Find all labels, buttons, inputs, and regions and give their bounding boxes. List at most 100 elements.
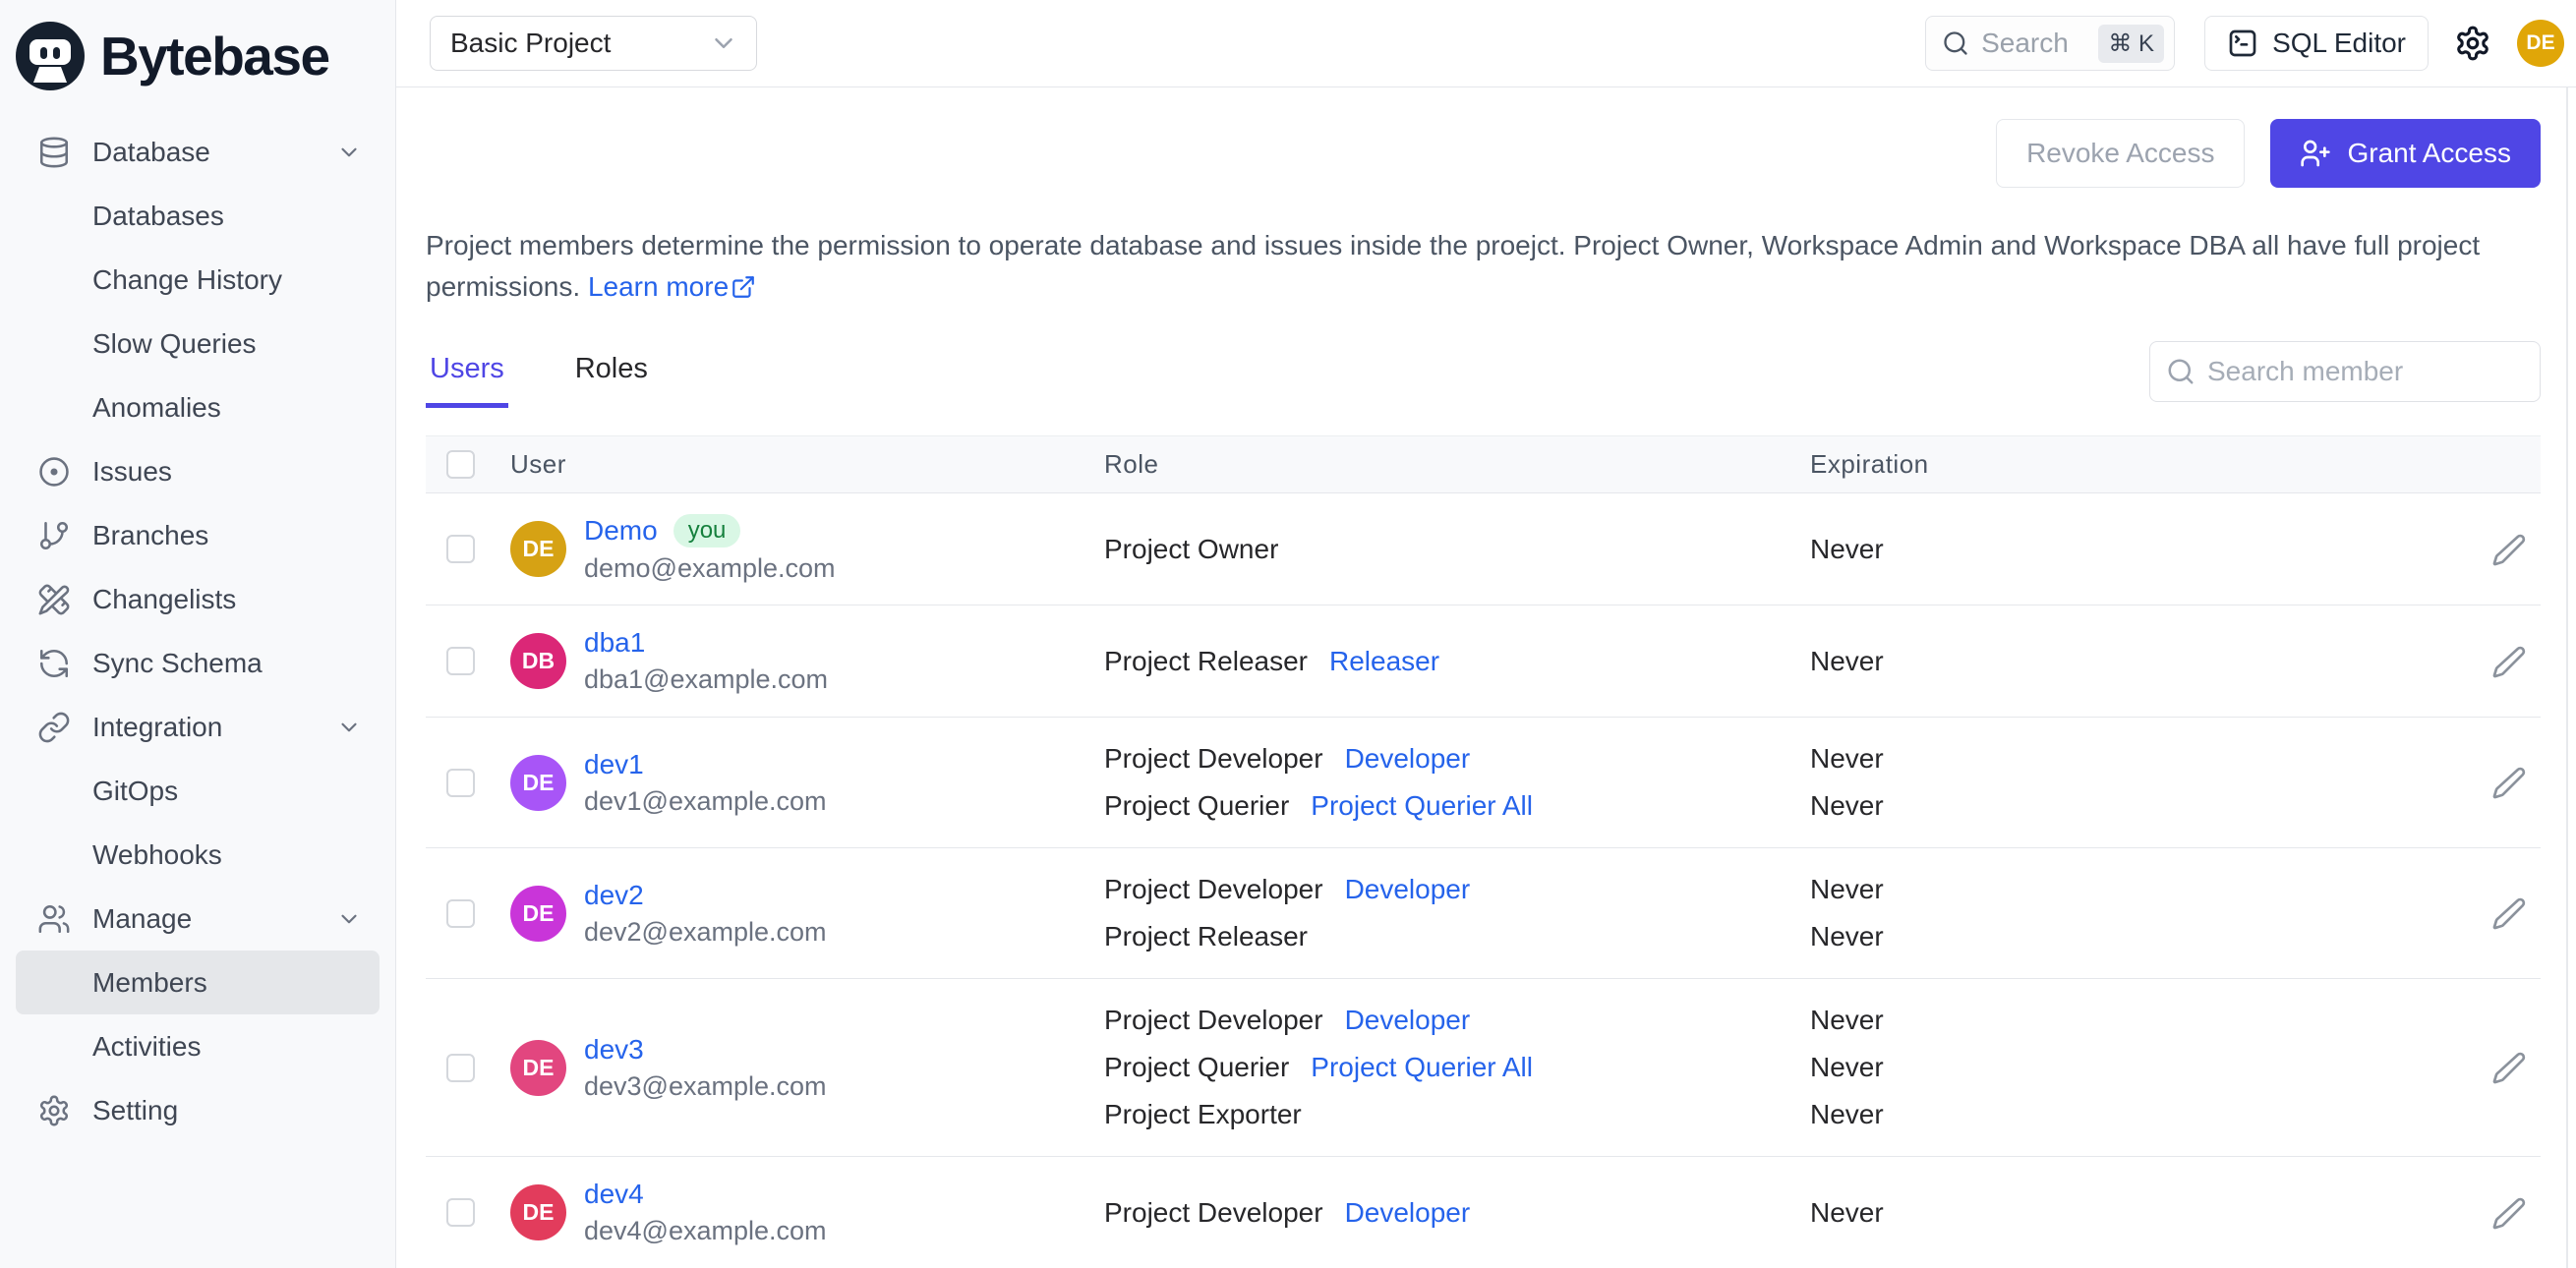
user-cell: DE dev1 dev1@example.com bbox=[487, 749, 1104, 817]
link-icon bbox=[35, 709, 73, 746]
row-checkbox[interactable] bbox=[446, 535, 475, 563]
role-binding-link[interactable]: Developer bbox=[1345, 1005, 1471, 1036]
role-line: Project Releaser bbox=[1104, 913, 1810, 960]
circle-dot-icon bbox=[35, 453, 73, 490]
row-checkbox[interactable] bbox=[446, 768, 475, 797]
roles-cell: Project Releaser Releaser bbox=[1104, 638, 1810, 685]
edit-pencil-icon[interactable] bbox=[2491, 532, 2527, 567]
table-header-row: User Role Expiration bbox=[426, 435, 2541, 493]
global-search-input[interactable]: Search ⌘ K bbox=[1925, 16, 2176, 71]
avatar: DE bbox=[510, 521, 566, 577]
sidebar-item-setting[interactable]: Setting bbox=[16, 1078, 380, 1142]
member-name-link[interactable]: dev1 bbox=[584, 749, 644, 780]
role-binding-link[interactable]: Developer bbox=[1345, 1197, 1471, 1229]
role-binding-link[interactable]: Developer bbox=[1345, 874, 1471, 905]
actions-row: Revoke Access Grant Access bbox=[426, 119, 2541, 188]
sidebar-item-sync-schema[interactable]: Sync Schema bbox=[16, 631, 380, 695]
user-cell: DE dev3 dev3@example.com bbox=[487, 1034, 1104, 1102]
role-name: Project Querier bbox=[1104, 790, 1290, 821]
roles-cell: Project Developer Developer bbox=[1104, 1189, 1810, 1237]
project-selector[interactable]: Basic Project bbox=[430, 16, 757, 71]
sidebar-item-integration[interactable]: Integration bbox=[16, 695, 380, 759]
sidebar-item-databases[interactable]: Databases bbox=[16, 184, 380, 248]
edit-pencil-icon[interactable] bbox=[2491, 644, 2527, 679]
member-name-link[interactable]: dba1 bbox=[584, 627, 645, 659]
role-line: Project Developer Developer bbox=[1104, 866, 1810, 913]
role-name: Project Developer bbox=[1104, 743, 1323, 774]
revoke-access-button[interactable]: Revoke Access bbox=[1996, 119, 2246, 188]
sidebar-item-gitops[interactable]: GitOps bbox=[16, 759, 380, 823]
user-plus-icon bbox=[2300, 138, 2331, 169]
role-name: Project Developer bbox=[1104, 874, 1323, 904]
role-line: Project Querier Project Querier All bbox=[1104, 782, 1810, 830]
database-icon bbox=[35, 134, 73, 171]
role-line: Project Exporter bbox=[1104, 1091, 1810, 1138]
sidebar-item-change-history[interactable]: Change History bbox=[16, 248, 380, 312]
edit-pencil-icon[interactable] bbox=[2491, 1195, 2527, 1231]
row-checkbox[interactable] bbox=[446, 1053, 475, 1082]
brand-name: Bytebase bbox=[100, 26, 330, 86]
grant-access-button[interactable]: Grant Access bbox=[2270, 119, 2541, 188]
sidebar-item-slow-queries[interactable]: Slow Queries bbox=[16, 312, 380, 375]
sidebar-item-label: Integration bbox=[92, 711, 223, 742]
row-checkbox[interactable] bbox=[446, 1198, 475, 1227]
role-name: Project Releaser bbox=[1104, 921, 1308, 951]
role-binding-link[interactable]: Releaser bbox=[1329, 646, 1439, 677]
member-email: demo@example.com bbox=[584, 553, 836, 583]
user-avatar[interactable]: DE bbox=[2517, 20, 2564, 67]
avatar: DB bbox=[510, 633, 566, 689]
sidebar-item-label: GitOps bbox=[92, 775, 179, 806]
sidebar-item-label: Setting bbox=[92, 1094, 179, 1125]
member-name-link[interactable]: dev4 bbox=[584, 1179, 644, 1210]
expiration-value: Never bbox=[1810, 645, 1884, 676]
sidebar-item-label: Sync Schema bbox=[92, 647, 263, 678]
sidebar-item-webhooks[interactable]: Webhooks bbox=[16, 823, 380, 887]
settings-gear-icon[interactable] bbox=[2454, 25, 2491, 62]
member-name-link[interactable]: Demo bbox=[584, 515, 658, 547]
tab-roles[interactable]: Roles bbox=[571, 343, 652, 408]
expiration-cell: Never Never Never bbox=[1810, 997, 2476, 1138]
member-name-link[interactable]: dev2 bbox=[584, 880, 644, 911]
role-binding-link[interactable]: Project Querier All bbox=[1311, 790, 1533, 822]
roles-cell: Project Developer Developer Project Quer… bbox=[1104, 997, 1810, 1138]
project-selector-label: Basic Project bbox=[450, 28, 612, 58]
sidebar-item-issues[interactable]: Issues bbox=[16, 439, 380, 503]
scrollbar-track[interactable] bbox=[2566, 87, 2568, 1268]
sidebar-item-members[interactable]: Members bbox=[16, 951, 380, 1014]
sidebar: Bytebase Database Databases Change History… bbox=[0, 0, 396, 1268]
edit-pencil-icon[interactable] bbox=[2491, 895, 2527, 931]
sql-editor-button[interactable]: SQL Editor bbox=[2204, 16, 2429, 71]
tab-users[interactable]: Users bbox=[426, 343, 508, 408]
row-checkbox[interactable] bbox=[446, 647, 475, 675]
roles-cell: Project Developer Developer Project Quer… bbox=[1104, 735, 1810, 830]
sidebar-item-database[interactable]: Database bbox=[16, 120, 380, 184]
member-row-dev2: DE dev2 dev2@example.com Project Develop… bbox=[426, 848, 2541, 979]
sidebar-item-manage[interactable]: Manage bbox=[16, 887, 380, 951]
row-checkbox[interactable] bbox=[446, 898, 475, 928]
main-area: Basic Project Search ⌘ K SQL Editor DE R… bbox=[396, 0, 2576, 1268]
column-header-expiration: Expiration bbox=[1810, 449, 1929, 479]
member-email: dev2@example.com bbox=[584, 916, 827, 947]
sidebar-item-anomalies[interactable]: Anomalies bbox=[16, 375, 380, 439]
edit-pencil-icon[interactable] bbox=[2491, 1050, 2527, 1085]
sidebar-item-label: Members bbox=[92, 966, 207, 998]
role-binding-link[interactable]: Developer bbox=[1345, 743, 1471, 775]
learn-more-link[interactable]: Learn more bbox=[588, 266, 756, 308]
members-page: Revoke Access Grant Access Project membe… bbox=[396, 87, 2576, 1268]
role-name: Project Developer bbox=[1104, 1005, 1323, 1035]
brand-logo[interactable]: Bytebase bbox=[0, 0, 395, 120]
sidebar-item-changelists[interactable]: Changelists bbox=[16, 567, 380, 631]
select-all-checkbox[interactable] bbox=[446, 450, 475, 479]
avatar: DE bbox=[510, 1184, 566, 1240]
sidebar-item-label: Change History bbox=[92, 263, 282, 295]
role-binding-link[interactable]: Project Querier All bbox=[1311, 1052, 1533, 1083]
sidebar-item-label: Anomalies bbox=[92, 391, 221, 423]
edit-pencil-icon[interactable] bbox=[2491, 765, 2527, 800]
member-row-demo: DE Demo you demo@example.com Project Own… bbox=[426, 493, 2541, 605]
sidebar-item-branches[interactable]: Branches bbox=[16, 503, 380, 567]
member-name-link[interactable]: dev3 bbox=[584, 1034, 644, 1066]
role-line: Project Developer Developer bbox=[1104, 997, 1810, 1044]
member-search-input[interactable] bbox=[2207, 356, 2562, 387]
sidebar-item-activities[interactable]: Activities bbox=[16, 1014, 380, 1078]
sidebar-item-label: Webhooks bbox=[92, 838, 222, 870]
